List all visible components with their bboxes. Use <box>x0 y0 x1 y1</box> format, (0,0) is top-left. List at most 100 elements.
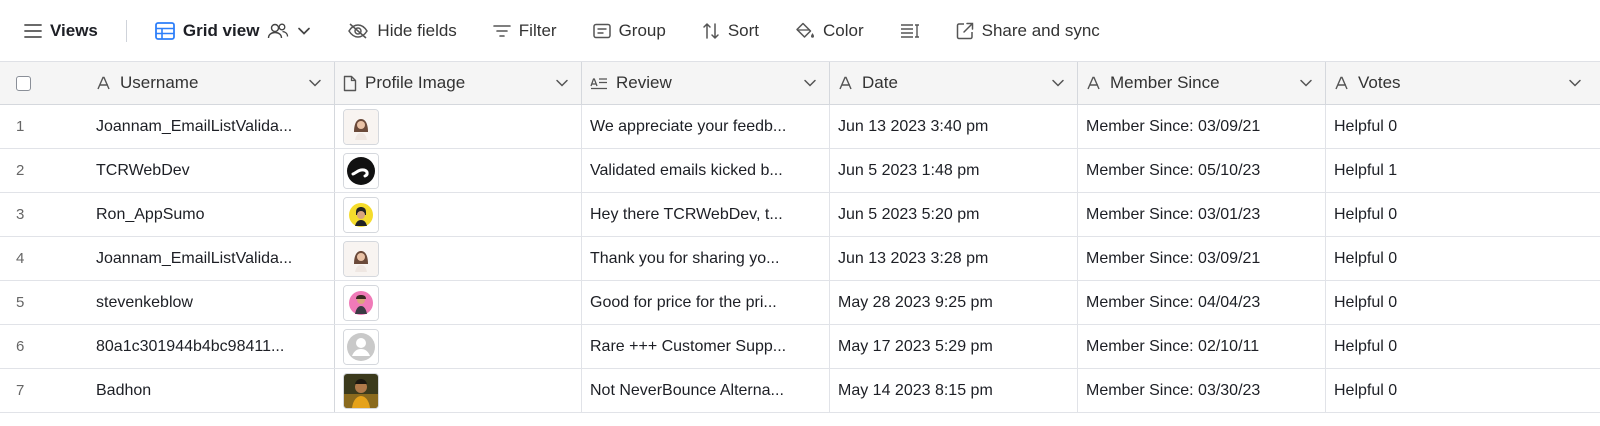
date-text: May 14 2023 8:15 pm <box>838 381 993 399</box>
profile-image-cell[interactable] <box>335 149 582 192</box>
votes-cell[interactable]: Helpful 0 <box>1326 105 1600 148</box>
select-all-checkbox[interactable] <box>16 75 31 91</box>
table-row[interactable]: 4 Joannam_EmailListValida... Thank you f… <box>0 237 1600 281</box>
votes-text: Helpful 0 <box>1334 249 1398 267</box>
table-row[interactable]: 7 Badhon Not NeverBounce Alterna... May … <box>0 369 1600 413</box>
share-and-sync-label: Share and sync <box>981 20 1100 40</box>
member-since-cell[interactable]: Member Since: 03/01/23 <box>1078 193 1326 236</box>
username-cell[interactable]: 80a1c301944b4bc98411... <box>88 325 335 368</box>
date-cell[interactable]: May 17 2023 5:29 pm <box>830 325 1078 368</box>
table-row[interactable]: 6 80a1c301944b4bc98411... Rare +++ Custo… <box>0 325 1600 369</box>
review-cell[interactable]: Thank you for sharing yo... <box>582 237 830 280</box>
member-since-text: Member Since: 05/10/23 <box>1086 161 1261 179</box>
filter-button[interactable]: Filter <box>492 21 557 41</box>
member-since-cell[interactable]: Member Since: 03/09/21 <box>1078 237 1326 280</box>
review-cell[interactable]: Hey there TCRWebDev, t... <box>582 193 830 236</box>
views-label: Views <box>50 20 98 40</box>
hide-fields-button[interactable]: Hide fields <box>347 21 457 41</box>
member-since-cell[interactable]: Member Since: 03/30/23 <box>1078 369 1326 412</box>
share-and-sync-button[interactable]: Share and sync <box>956 21 1100 41</box>
member-since-cell[interactable]: Member Since: 05/10/23 <box>1078 149 1326 192</box>
chevron-down-icon[interactable] <box>555 78 569 88</box>
chevron-down-icon[interactable] <box>1568 78 1582 88</box>
paint-bucket-icon <box>796 22 815 38</box>
username-cell[interactable]: Badhon <box>88 369 335 412</box>
column-header-date[interactable]: Date <box>830 62 1078 104</box>
votes-cell[interactable]: Helpful 0 <box>1326 325 1600 368</box>
review-cell[interactable]: We appreciate your feedb... <box>582 105 830 148</box>
votes-text: Helpful 0 <box>1334 381 1398 399</box>
username-cell[interactable]: stevenkeblow <box>88 281 335 324</box>
column-header-label: Profile Image <box>365 73 466 92</box>
date-cell[interactable]: May 28 2023 9:25 pm <box>830 281 1078 324</box>
avatar-thumbnail[interactable] <box>343 328 379 365</box>
hamburger-menu-icon <box>24 23 42 38</box>
member-since-cell[interactable]: Member Since: 03/09/21 <box>1078 105 1326 148</box>
table-row[interactable]: 3 Ron_AppSumo Hey there TCRWebDev, t... … <box>0 193 1600 237</box>
color-button[interactable]: Color <box>795 21 864 41</box>
review-cell[interactable]: Rare +++ Customer Supp... <box>582 325 830 368</box>
column-header-votes[interactable]: Votes <box>1326 62 1600 104</box>
profile-image-cell[interactable] <box>335 369 582 412</box>
chevron-down-icon[interactable] <box>308 78 322 88</box>
votes-cell[interactable]: Helpful 0 <box>1326 237 1600 280</box>
column-header-review[interactable]: Review <box>582 62 830 104</box>
date-text: May 17 2023 5:29 pm <box>838 337 993 355</box>
profile-image-cell[interactable] <box>335 281 582 324</box>
date-cell[interactable]: May 14 2023 8:15 pm <box>830 369 1078 412</box>
username-text: Joannam_EmailListValida... <box>96 249 293 267</box>
row-height-button[interactable] <box>900 23 920 39</box>
date-cell[interactable]: Jun 5 2023 5:20 pm <box>830 193 1078 236</box>
column-header-label: Review <box>616 73 672 92</box>
chevron-down-icon[interactable] <box>1051 78 1065 88</box>
avatar-thumbnail[interactable] <box>343 108 379 145</box>
chevron-down-icon[interactable] <box>803 78 817 88</box>
column-header-member-since[interactable]: Member Since <box>1078 62 1326 104</box>
avatar-thumbnail[interactable] <box>343 240 379 277</box>
profile-image-cell[interactable] <box>335 237 582 280</box>
grid-view-button[interactable]: Grid view <box>154 21 312 41</box>
avatar-thumbnail[interactable] <box>343 196 379 233</box>
username-cell[interactable]: Joannam_EmailListValida... <box>88 237 335 280</box>
votes-text: Helpful 0 <box>1334 205 1398 223</box>
avatar-thumbnail[interactable] <box>343 152 379 189</box>
date-cell[interactable]: Jun 13 2023 3:40 pm <box>830 105 1078 148</box>
votes-cell[interactable]: Helpful 1 <box>1326 149 1600 192</box>
avatar-thumbnail[interactable] <box>343 372 379 409</box>
row-number: 7 <box>16 382 25 399</box>
profile-image-cell[interactable] <box>335 105 582 148</box>
profile-image-cell[interactable] <box>335 325 582 368</box>
profile-image-cell[interactable] <box>335 193 582 236</box>
header-row: Username Profile Image Review Date Membe… <box>0 62 1600 105</box>
table-row[interactable]: 2 TCRWebDev Validated emails kicked b...… <box>0 149 1600 193</box>
group-button[interactable]: Group <box>592 21 666 41</box>
column-header-label: Member Since <box>1110 73 1220 92</box>
votes-cell[interactable]: Helpful 0 <box>1326 369 1600 412</box>
review-text: Not NeverBounce Alterna... <box>590 381 784 399</box>
member-since-cell[interactable]: Member Since: 02/10/11 <box>1078 325 1326 368</box>
date-cell[interactable]: Jun 5 2023 1:48 pm <box>830 149 1078 192</box>
review-cell[interactable]: Validated emails kicked b... <box>582 149 830 192</box>
date-cell[interactable]: Jun 13 2023 3:28 pm <box>830 237 1078 280</box>
table-row[interactable]: 5 stevenkeblow Good for price for the pr… <box>0 281 1600 325</box>
row-number: 1 <box>16 118 25 135</box>
votes-cell[interactable]: Helpful 0 <box>1326 193 1600 236</box>
review-cell[interactable]: Not NeverBounce Alterna... <box>582 369 830 412</box>
text-field-icon <box>97 76 110 90</box>
username-text: Ron_AppSumo <box>96 205 205 223</box>
username-cell[interactable]: TCRWebDev <box>88 149 335 192</box>
chevron-down-icon[interactable] <box>1299 78 1313 88</box>
column-header-profile-image[interactable]: Profile Image <box>335 62 582 104</box>
review-cell[interactable]: Good for price for the pri... <box>582 281 830 324</box>
username-cell[interactable]: Joannam_EmailListValida... <box>88 105 335 148</box>
views-button[interactable]: Views <box>24 21 98 41</box>
avatar-thumbnail[interactable] <box>343 284 379 321</box>
member-since-cell[interactable]: Member Since: 04/04/23 <box>1078 281 1326 324</box>
column-header-username[interactable]: Username <box>88 62 335 104</box>
date-text: Jun 5 2023 5:20 pm <box>838 205 980 223</box>
sort-button[interactable]: Sort <box>702 21 759 41</box>
votes-text: Helpful 0 <box>1334 293 1398 311</box>
username-cell[interactable]: Ron_AppSumo <box>88 193 335 236</box>
table-row[interactable]: 1 Joannam_EmailListValida... We apprecia… <box>0 105 1600 149</box>
votes-cell[interactable]: Helpful 0 <box>1326 281 1600 324</box>
